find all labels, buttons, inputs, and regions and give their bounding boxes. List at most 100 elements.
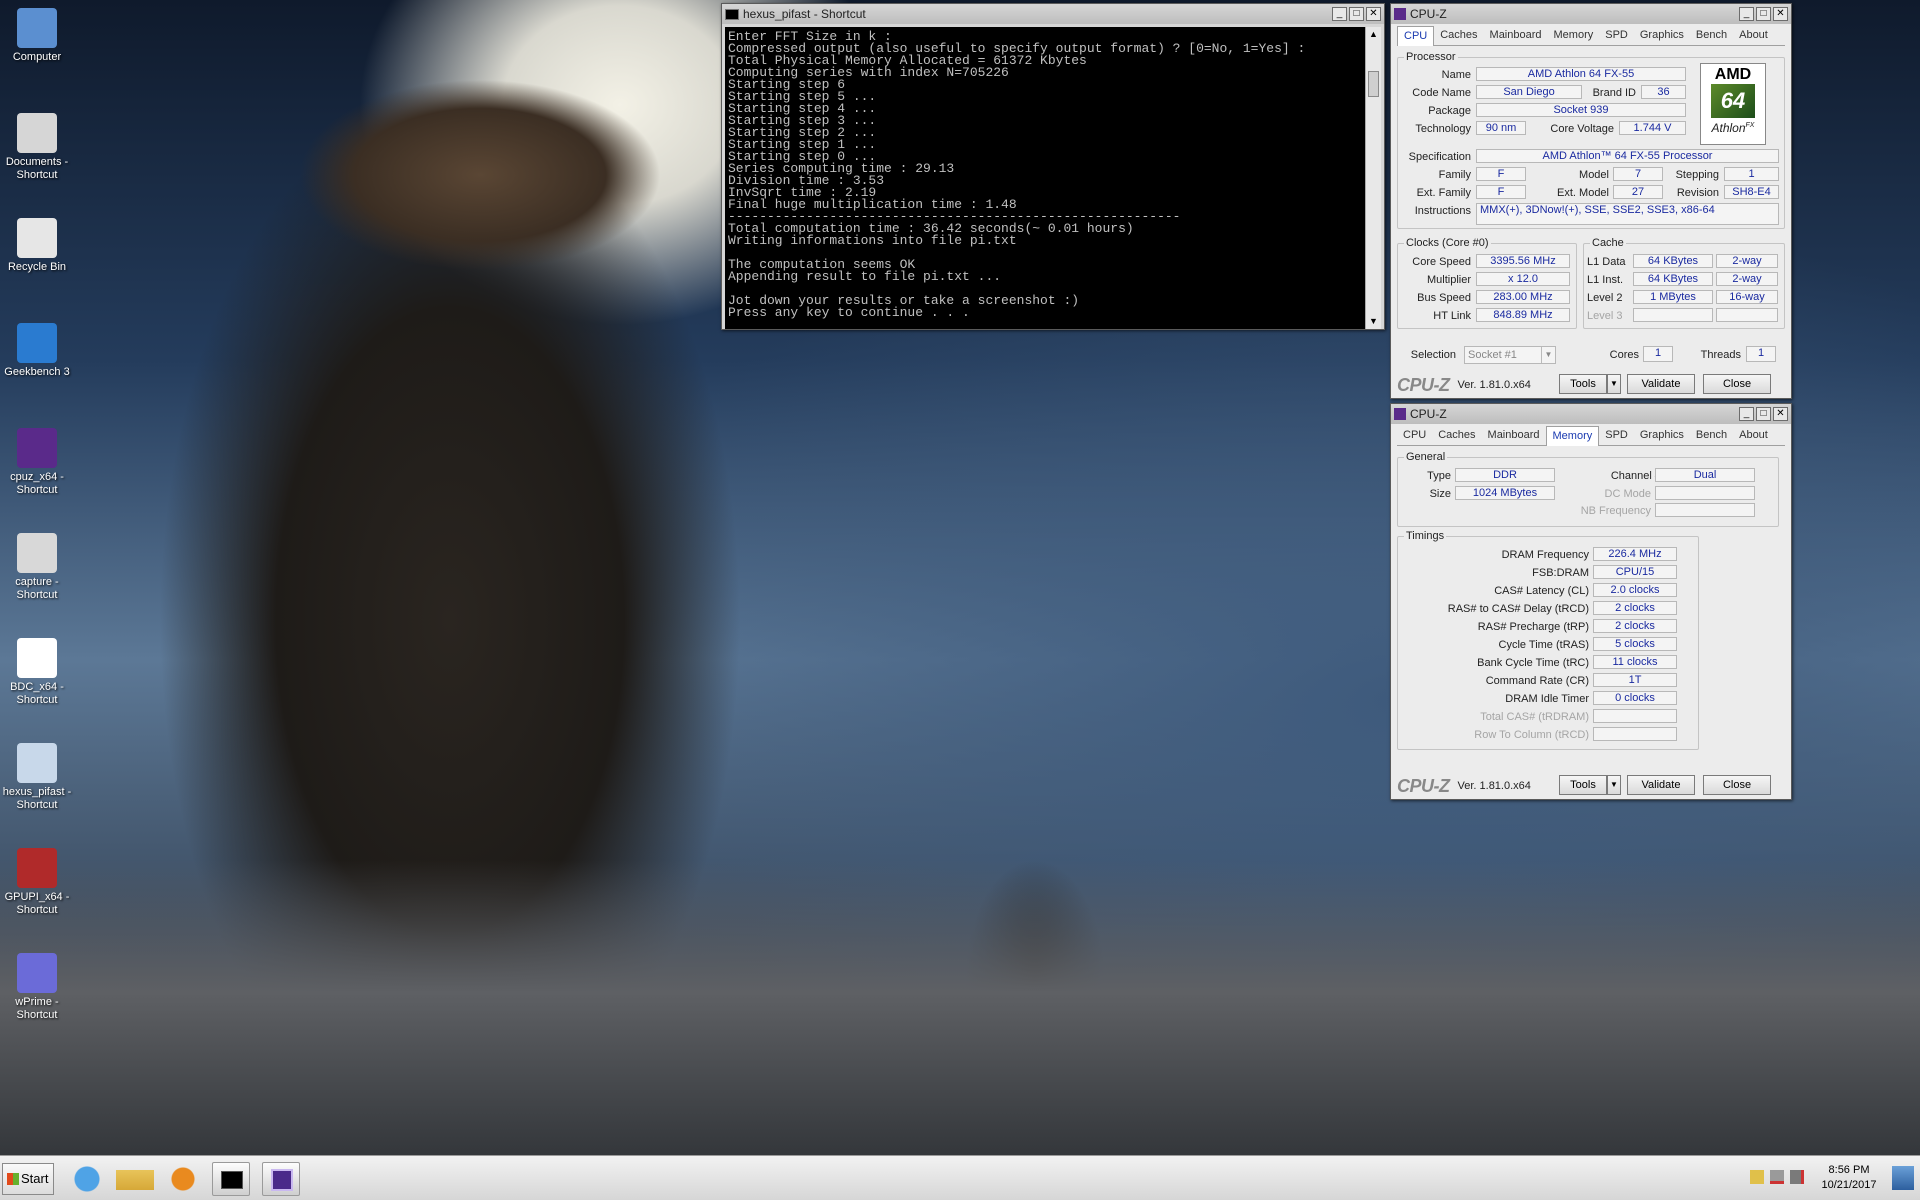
package-value: Socket 939 (1476, 103, 1686, 117)
stepping-label: Stepping (1675, 169, 1719, 181)
desktop-icon[interactable]: Geekbench 3 (0, 323, 74, 379)
internet-explorer-icon[interactable] (68, 1162, 106, 1196)
codename-label: Code Name (1412, 87, 1471, 99)
console-titlebar[interactable]: hexus_pifast - Shortcut _ □ ✕ (722, 4, 1384, 24)
cpuz-titlebar[interactable]: CPU-Z _ □ ✕ (1391, 4, 1791, 24)
desktop-icon[interactable]: capture - Shortcut (0, 533, 74, 602)
timing-label: DRAM Frequency (1501, 549, 1589, 561)
cpuz-taskbar-icon[interactable] (262, 1162, 300, 1196)
tab-caches[interactable]: Caches (1432, 426, 1481, 445)
maximize-button[interactable]: □ (1756, 7, 1771, 21)
timing-value: 11 clocks (1593, 655, 1677, 669)
revision-value: SH8-E4 (1724, 185, 1779, 199)
selection-dropdown[interactable]: Socket #1 ▼ (1464, 346, 1556, 364)
timing-label: RAS# Precharge (tRP) (1477, 621, 1589, 633)
multiplier-value: x 12.0 (1476, 272, 1570, 286)
desktop-icon[interactable]: Documents - Shortcut (0, 113, 74, 182)
tab-mainboard[interactable]: Mainboard (1482, 426, 1546, 445)
wprime-icon (17, 953, 57, 993)
minimize-button[interactable]: _ (1332, 7, 1347, 21)
media-player-icon[interactable] (164, 1162, 202, 1196)
desktop-icon[interactable]: cpuz_x64 - Shortcut (0, 428, 74, 497)
scroll-up-arrow-icon[interactable]: ▲ (1366, 27, 1381, 42)
action-center-icon[interactable] (1750, 1170, 1764, 1184)
tab-memory[interactable]: Memory (1548, 26, 1600, 45)
taskbar-clock[interactable]: 8:56 PM 10/21/2017 (1818, 1163, 1880, 1193)
brandid-label: Brand ID (1592, 87, 1636, 99)
clock-time: 8:56 PM (1828, 1164, 1870, 1176)
cpuz-app-icon (1394, 8, 1406, 20)
desktop-icon[interactable]: Computer (0, 8, 74, 64)
busspeed-label: Bus Speed (1417, 292, 1471, 304)
validate-button[interactable]: Validate (1627, 374, 1695, 394)
desktop-icon[interactable]: Recycle Bin (0, 218, 74, 274)
tab-about[interactable]: About (1733, 26, 1774, 45)
tools-dropdown-icon[interactable]: ▼ (1607, 374, 1621, 394)
desktop-icon[interactable]: wPrime - Shortcut (0, 953, 74, 1022)
console-scrollbar[interactable]: ▲ ▼ (1365, 27, 1381, 329)
timing-label: Command Rate (CR) (1485, 675, 1589, 687)
tab-cpu[interactable]: CPU (1397, 26, 1435, 46)
console-window[interactable]: hexus_pifast - Shortcut _ □ ✕ Enter FFT … (721, 3, 1385, 330)
tab-caches[interactable]: Caches (1434, 26, 1483, 45)
cpuz-title: CPU-Z (1410, 407, 1447, 421)
recycle-bin-icon (17, 218, 57, 258)
desktop-icon[interactable]: hexus_pifast - Shortcut (0, 743, 74, 812)
tab-bench[interactable]: Bench (1690, 26, 1733, 45)
desktop-icon-label: cpuz_x64 - Shortcut (10, 471, 64, 496)
validate-button[interactable]: Validate (1627, 775, 1695, 795)
cpuz-version: Ver. 1.81.0.x64 (1457, 780, 1531, 792)
scroll-thumb[interactable] (1368, 71, 1379, 97)
network-icon[interactable] (1770, 1170, 1784, 1184)
size-value: 1024 MBytes (1455, 486, 1555, 500)
tools-button[interactable]: Tools (1559, 775, 1607, 795)
tab-bench[interactable]: Bench (1690, 426, 1733, 445)
chevron-down-icon[interactable]: ▼ (1541, 347, 1555, 363)
bdc-icon (17, 638, 57, 678)
timing-label: RAS# to CAS# Delay (tRCD) (1447, 603, 1589, 615)
volume-icon[interactable] (1790, 1170, 1804, 1184)
close-button[interactable]: Close (1703, 374, 1771, 394)
close-button[interactable]: ✕ (1773, 7, 1788, 21)
cpuz-tabs: CPU Caches Mainboard Memory SPD Graphics Bench… (1397, 26, 1785, 46)
level3-way (1716, 308, 1778, 322)
cpuz-titlebar[interactable]: CPU-Z _ □ ✕ (1391, 404, 1791, 424)
pifast-icon (17, 743, 57, 783)
tools-button[interactable]: Tools (1559, 374, 1607, 394)
maximize-button[interactable]: □ (1349, 7, 1364, 21)
show-desktop-icon[interactable] (1892, 1166, 1914, 1190)
close-button[interactable]: ✕ (1366, 7, 1381, 21)
close-button[interactable]: Close (1703, 775, 1771, 795)
htlink-value: 848.89 MHz (1476, 308, 1570, 322)
htlink-label: HT Link (1433, 310, 1471, 322)
desktop-icon[interactable]: GPUPI_x64 - Shortcut (0, 848, 74, 917)
tab-graphics[interactable]: Graphics (1634, 426, 1690, 445)
extmodel-value: 27 (1613, 185, 1663, 199)
start-button[interactable]: Start (2, 1163, 54, 1195)
tab-mainboard[interactable]: Mainboard (1484, 26, 1548, 45)
package-label: Package (1428, 105, 1471, 117)
tab-cpu[interactable]: CPU (1397, 426, 1432, 445)
cpuz-memory-window[interactable]: CPU-Z _ □ ✕ CPU Caches Mainboard Memory SPD G… (1390, 403, 1792, 800)
scroll-down-arrow-icon[interactable]: ▼ (1366, 314, 1381, 329)
family-label: Family (1438, 169, 1471, 181)
maximize-button[interactable]: □ (1756, 407, 1771, 421)
console-output[interactable]: Enter FFT Size in k : Compressed output (… (725, 27, 1366, 329)
cpuz-logo: CPU-Z (1397, 775, 1450, 796)
close-button[interactable]: ✕ (1773, 407, 1788, 421)
tab-about[interactable]: About (1733, 426, 1774, 445)
windows-logo-icon (7, 1173, 19, 1185)
minimize-button[interactable]: _ (1739, 407, 1754, 421)
command-prompt-icon[interactable] (212, 1162, 250, 1196)
timing-value: 2 clocks (1593, 601, 1677, 615)
minimize-button[interactable]: _ (1739, 7, 1754, 21)
file-explorer-icon[interactable] (116, 1162, 154, 1196)
tab-spd[interactable]: SPD (1599, 26, 1634, 45)
tab-graphics[interactable]: Graphics (1634, 26, 1690, 45)
l1data-way: 2-way (1716, 254, 1778, 268)
cpuz-cpu-window[interactable]: CPU-Z _ □ ✕ CPU Caches Mainboard Memory SPD G… (1390, 3, 1792, 399)
tab-memory[interactable]: Memory (1545, 426, 1600, 446)
tab-spd[interactable]: SPD (1599, 426, 1634, 445)
desktop-icon[interactable]: BDC_x64 - Shortcut (0, 638, 74, 707)
tools-dropdown-icon[interactable]: ▼ (1607, 775, 1621, 795)
